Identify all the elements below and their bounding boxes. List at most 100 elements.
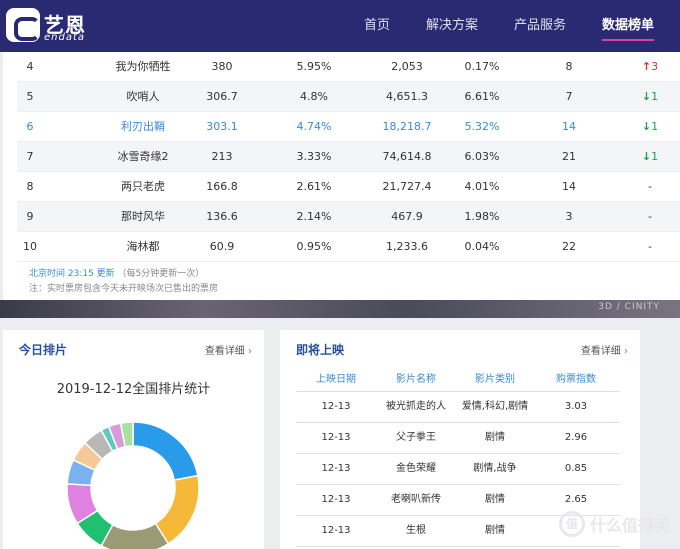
share-cell: 4.74%: [296, 120, 332, 133]
today-schedule-card: 今日排片 查看详细 › 2019-12-12全国排片统计: [3, 330, 264, 549]
seat-rate-cell: 0.17%: [464, 60, 500, 73]
donut-slice-0[interactable]: [132, 421, 199, 482]
movie-name-cell: 利刃出鞘: [121, 120, 165, 133]
rank-trend: ↓1: [633, 142, 667, 172]
share-cell: 3.33%: [296, 150, 332, 163]
movie-type-cell: 爱情,科幻,剧情: [461, 401, 529, 412]
rank-trend: -: [633, 172, 667, 202]
movie-name-cell: 那时风华: [121, 210, 165, 223]
list-item[interactable]: 12-13 被光抓走的人 爱情,科幻,剧情 3.03: [296, 392, 620, 423]
days-cell: 14: [562, 180, 576, 193]
box-office-footnote: 注：实时票房包含今天未开映场次已售出的票房: [29, 284, 219, 294]
nav-item-3[interactable]: 数据榜单: [601, 0, 655, 52]
table-row[interactable]: 8 两只老虎 166.8 2.61% 21,727.4 4.01% 14 -: [17, 172, 680, 202]
brand-logo[interactable]: 艺恩 endata: [6, 8, 94, 44]
nav-item-1[interactable]: 解决方案: [426, 0, 478, 52]
watermark: 值 什么值得买: [558, 511, 670, 537]
movie-type-cell: 剧情,战争: [473, 463, 517, 474]
rank-cell: 6: [26, 120, 34, 133]
share-cell: 0.95%: [296, 240, 332, 253]
seat-rate-cell: 6.03%: [464, 150, 500, 163]
ticket-index-cell: 3.03: [564, 401, 588, 412]
rank-change-value: -: [648, 240, 652, 253]
list-item[interactable]: 12-13 金色荣耀 剧情,战争 0.85: [296, 454, 620, 485]
today-more-link[interactable]: 查看详细 ›: [205, 342, 252, 357]
release-date-cell: 12-13: [321, 494, 351, 505]
total-box-cell: 467.9: [391, 210, 423, 223]
banner-caption: 3D / CINITY: [598, 302, 660, 312]
movie-name-cell: 老喇叭新传: [391, 494, 441, 505]
upcoming-table-header: 上映日期 影片名称 影片类别 购票指数: [296, 368, 620, 392]
share-cell: 4.8%: [300, 90, 328, 103]
schedule-stat-title: 2019-12-12全国排片统计: [56, 382, 211, 397]
movie-name-cell: 两只老虎: [121, 180, 165, 193]
rank-cell: 10: [23, 240, 37, 253]
header-movie-name[interactable]: 影片名称: [376, 368, 456, 392]
header-ticket-index[interactable]: 购票指数: [541, 368, 611, 392]
movie-name-cell: 冰雪奇缘2: [117, 150, 169, 163]
box-office-cell: 60.9: [209, 240, 235, 253]
box-office-cell: 166.8: [206, 180, 238, 193]
box-office-cell: 213: [211, 150, 233, 163]
rank-cell: 7: [26, 150, 34, 163]
watermark-text: 什么值得买: [589, 516, 670, 535]
table-row[interactable]: 10 海林都 60.9 0.95% 1,233.6 0.04% 22 -: [17, 232, 680, 262]
share-cell: 2.61%: [296, 180, 332, 193]
movie-name-cell: 生根: [406, 525, 426, 536]
total-box-cell: 2,053: [391, 60, 423, 73]
update-time-text: 北京时间 23:15 更新: [29, 269, 115, 279]
box-office-cell: 136.6: [206, 210, 238, 223]
total-box-cell: 1,233.6: [386, 240, 428, 253]
days-cell: 22: [562, 240, 576, 253]
box-office-cell: 303.1: [206, 120, 238, 133]
nav-item-2[interactable]: 产品服务: [514, 0, 566, 52]
list-item[interactable]: 12-13 父子拳王 剧情 2.96: [296, 423, 620, 454]
days-cell: 14: [562, 120, 576, 133]
movie-type-cell: 剧情: [485, 494, 505, 505]
movie-type-cell: 剧情: [485, 432, 505, 443]
rank-change-value: -: [648, 180, 652, 193]
movie-name-cell: 父子拳王: [396, 432, 436, 443]
rank-trend: ↓1: [633, 82, 667, 112]
days-cell: 21: [562, 150, 576, 163]
days-cell: 8: [565, 60, 573, 73]
chevron-right-icon: ›: [248, 346, 252, 357]
release-date-cell: 12-13: [321, 401, 351, 412]
ticket-index-cell: 2.96: [564, 432, 588, 443]
movie-type-cell: 剧情: [485, 525, 505, 536]
rank-trend: -: [633, 202, 667, 232]
update-frequency-note: （每5分钟更新一次）: [117, 269, 205, 279]
days-cell: 7: [565, 90, 573, 103]
rank-change-value: 1: [651, 120, 659, 133]
watermark-badge-icon: 值: [558, 511, 585, 537]
movie-name-cell: 我为你牺牲: [115, 60, 171, 73]
rank-change-value: -: [648, 210, 652, 223]
update-time: 北京时间 23:15 更新 （每5分钟更新一次）: [29, 266, 204, 279]
nav-item-0[interactable]: 首页: [364, 0, 390, 52]
box-office-cell: 380: [211, 60, 233, 73]
table-row[interactable]: 4 我为你牺牲 380 5.95% 2,053 0.17% 8 ↑3: [17, 52, 680, 82]
movie-name-cell: 被光抓走的人: [386, 401, 446, 412]
table-row[interactable]: 6 利刃出鞘 303.1 4.74% 18,218.7 5.32% 14 ↓1: [17, 112, 680, 142]
arrow-down-icon: ↓: [641, 90, 652, 103]
total-box-cell: 18,218.7: [382, 120, 432, 133]
arrow-down-icon: ↓: [641, 120, 652, 133]
table-row[interactable]: 7 冰雪奇缘2 213 3.33% 74,614.8 6.03% 21 ↓1: [17, 142, 680, 172]
rank-cell: 8: [26, 180, 34, 193]
table-row[interactable]: 9 那时风华 136.6 2.14% 467.9 1.98% 3 -: [17, 202, 680, 232]
header-release-date[interactable]: 上映日期: [306, 368, 366, 392]
rank-cell: 4: [26, 60, 34, 73]
rank-change-value: 3: [651, 60, 659, 73]
arrow-up-icon: ↑: [641, 60, 652, 73]
header-movie-type[interactable]: 影片类别: [461, 368, 529, 392]
table-row[interactable]: 5 吹哨人 306.7 4.8% 4,651.3 6.61% 7 ↓1: [17, 82, 680, 112]
seat-rate-cell: 5.32%: [464, 120, 500, 133]
release-date-cell: 12-13: [321, 525, 351, 536]
rank-trend: -: [633, 232, 667, 262]
days-cell: 3: [565, 210, 573, 223]
upcoming-more-link[interactable]: 查看详细 ›: [581, 342, 628, 357]
rank-trend: ↑3: [633, 52, 667, 82]
seat-rate-cell: 1.98%: [464, 210, 500, 223]
upcoming-more-label: 查看详细: [580, 346, 621, 357]
total-box-cell: 21,727.4: [382, 180, 432, 193]
